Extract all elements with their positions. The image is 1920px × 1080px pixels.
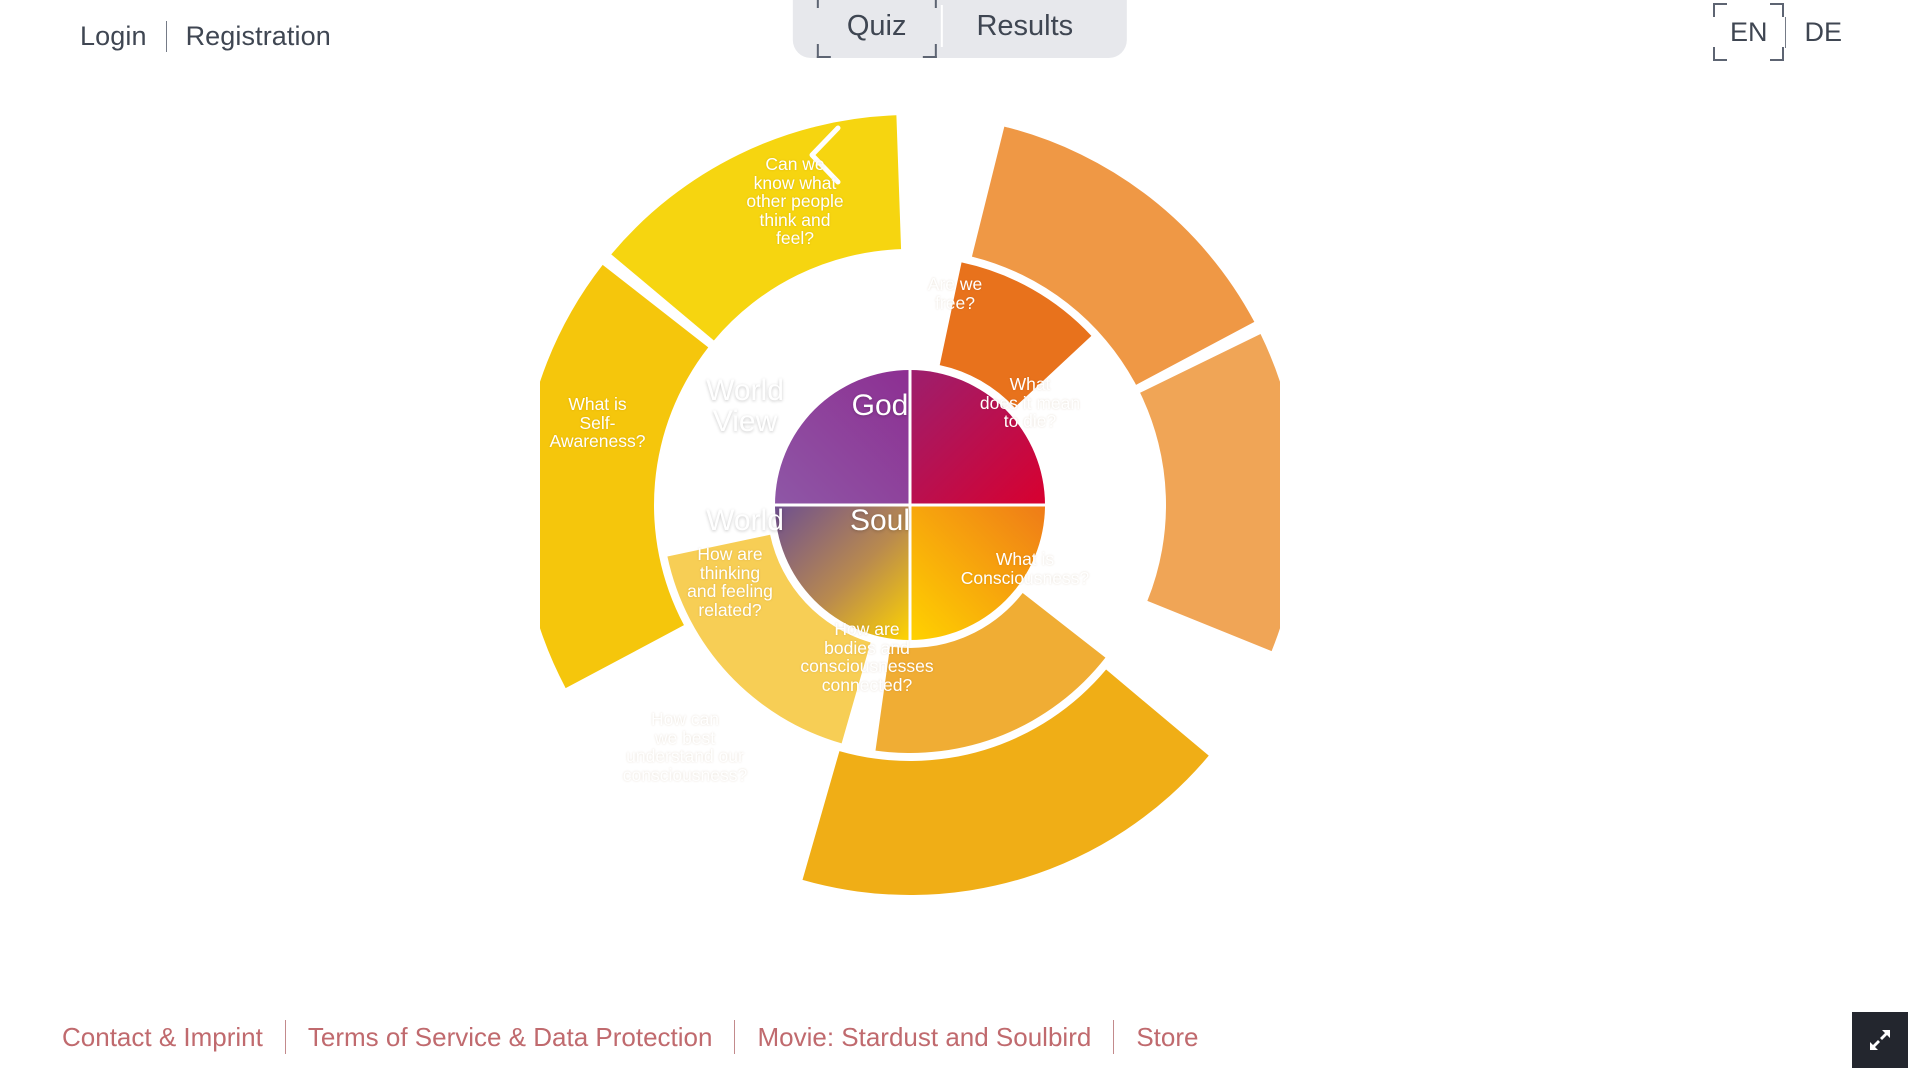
tab-quiz[interactable]: Quiz xyxy=(813,0,941,47)
app-header: Login Registration Quiz Results EN DE xyxy=(0,0,1920,72)
tab-results-label: Results xyxy=(976,10,1074,42)
auth-divider xyxy=(165,20,167,52)
app-footer: Contact & Imprint Terms of Service & Dat… xyxy=(0,994,1920,1080)
language-de[interactable]: DE xyxy=(1786,12,1860,52)
language-en-label: EN xyxy=(1729,17,1768,47)
footer-link-contact-imprint[interactable]: Contact & Imprint xyxy=(62,1019,285,1055)
registration-link[interactable]: Registration xyxy=(167,16,350,56)
footer-link-movie[interactable]: Movie: Stardust and Soulbird xyxy=(735,1019,1113,1055)
login-link[interactable]: Login xyxy=(80,16,166,56)
main-tab-bar: Quiz Results xyxy=(792,0,1128,58)
segment-consciousness[interactable] xyxy=(1140,334,1280,652)
tab-results[interactable]: Results xyxy=(942,5,1107,47)
footer-link-store[interactable]: Store xyxy=(1114,1019,1220,1055)
quiz-wheel-svg xyxy=(540,115,1280,896)
fullscreen-button[interactable] xyxy=(1852,1012,1908,1068)
tab-quiz-label: Quiz xyxy=(846,10,907,42)
footer-link-terms[interactable]: Terms of Service & Data Protection xyxy=(286,1019,735,1055)
quiz-wheel: World View God World Soul Can we know wh… xyxy=(540,100,1280,900)
auth-links: Login Registration xyxy=(80,16,350,56)
language-switch: EN DE xyxy=(1712,3,1860,54)
fullscreen-expand-icon xyxy=(1870,1030,1890,1050)
hub-world-view[interactable] xyxy=(775,370,910,505)
language-en[interactable]: EN xyxy=(1712,3,1786,52)
language-de-label: DE xyxy=(1804,17,1842,47)
segment-self-awareness[interactable] xyxy=(540,264,709,689)
